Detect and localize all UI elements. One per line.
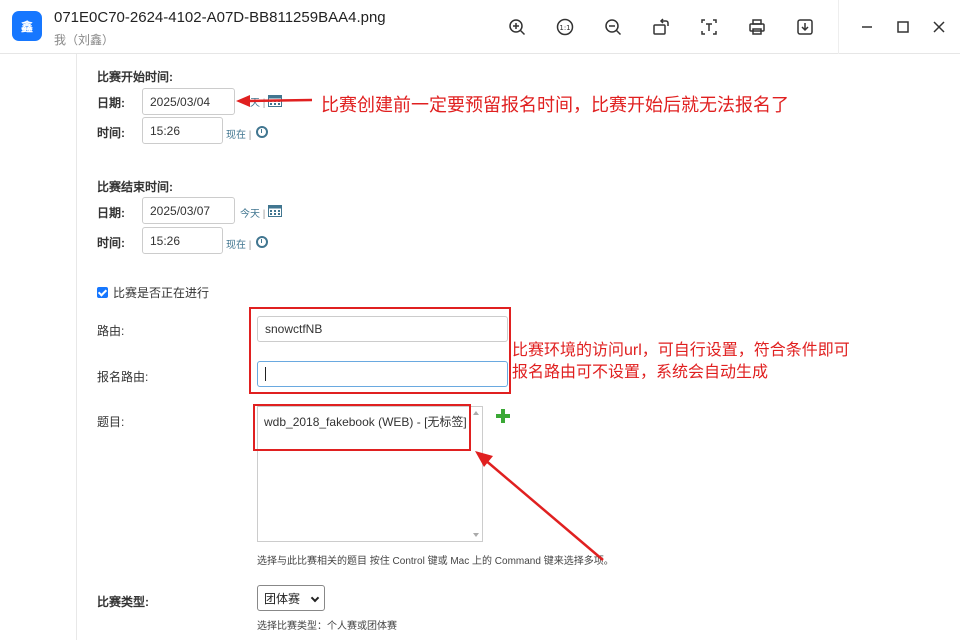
zoom-in-icon[interactable] bbox=[506, 16, 528, 38]
print-icon[interactable] bbox=[746, 16, 768, 38]
download-icon[interactable] bbox=[794, 16, 816, 38]
zoom-out-icon[interactable] bbox=[602, 16, 624, 38]
image-canvas: 比赛开始时间: 日期: 2025/03/04 天 | 时间: 15:26 现在 … bbox=[0, 54, 960, 640]
close-icon[interactable] bbox=[928, 16, 950, 38]
app-icon: 鑫 bbox=[12, 11, 42, 41]
arrow-to-problem bbox=[483, 458, 604, 561]
titlebar-divider bbox=[838, 0, 839, 54]
svg-text:1:1: 1:1 bbox=[559, 24, 570, 32]
maximize-icon[interactable] bbox=[892, 16, 914, 38]
arrowhead-start-date bbox=[236, 95, 250, 107]
minimize-icon[interactable] bbox=[856, 16, 878, 38]
actual-size-icon[interactable]: 1:1 bbox=[554, 16, 576, 38]
arrow-to-start-date bbox=[245, 98, 313, 103]
window-title: 071E0C70-2624-4102-A07D-BB811259BAA4.png bbox=[54, 9, 386, 26]
window-titlebar: 鑫 071E0C70-2624-4102-A07D-BB811259BAA4.p… bbox=[0, 0, 960, 54]
extract-text-icon[interactable] bbox=[698, 16, 720, 38]
window-subtitle: 我（刘鑫） bbox=[54, 33, 115, 47]
rotate-icon[interactable] bbox=[650, 16, 672, 38]
annotation-arrows bbox=[236, 95, 604, 561]
